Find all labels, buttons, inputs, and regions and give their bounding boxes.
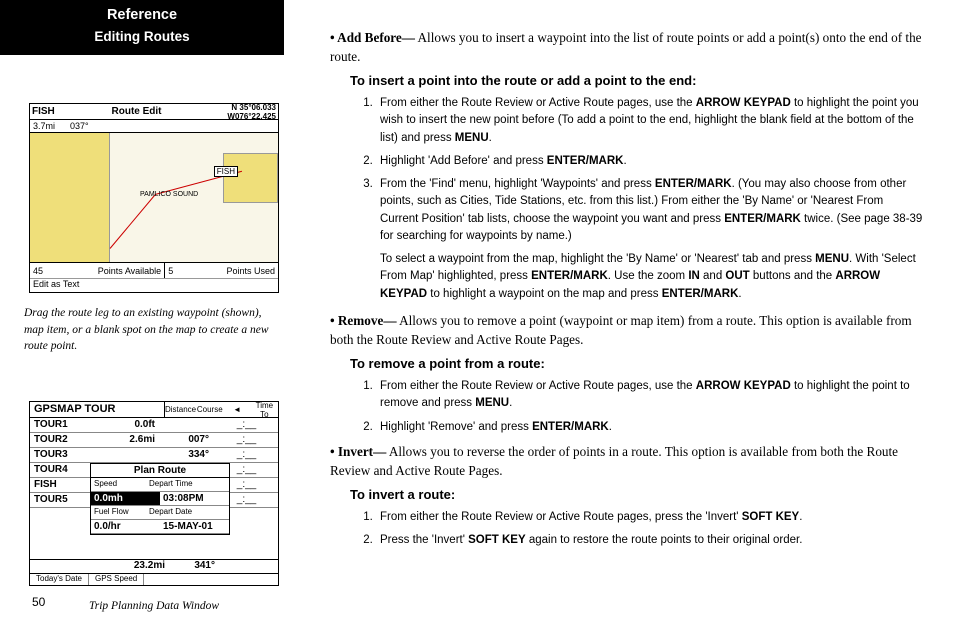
fig2-title: GPSMAP TOUR <box>30 402 165 417</box>
fig2-plan-route-popup: Plan Route SpeedDepart Time 0.0mh03:08PM… <box>90 463 230 535</box>
fig1-title: Route Edit <box>65 106 208 117</box>
heading-remove-point: To remove a point from a route: <box>350 355 924 374</box>
table-row: TOUR22.6mi007°_:__ <box>30 433 278 448</box>
steps-insert-point: From either the Route Review or Active R… <box>376 95 924 245</box>
main-content: • Add Before— Allows you to insert a way… <box>300 0 954 621</box>
fig1-map: FISH PAMLICO SOUND 45Points Available 5P… <box>30 133 278 278</box>
figure1-caption: Drag the route leg to an existing waypoi… <box>22 305 286 355</box>
steps-invert-route: From either the Route Review or Active R… <box>376 509 924 550</box>
heading-insert-point: To insert a point into the route or add … <box>350 72 924 91</box>
figure-trip-planning: GPSMAP TOUR Distance Course ◄ Time To TO… <box>29 401 279 586</box>
steps-remove-point: From either the Route Review or Active R… <box>376 378 924 436</box>
fig1-coords: N 35°06.033 W076°22.425 <box>208 103 278 121</box>
heading-invert-route: To invert a route: <box>350 486 924 505</box>
fig1-bearing: 037° <box>70 121 89 131</box>
fig1-sound-label: PAMLICO SOUND <box>140 191 198 198</box>
table-row: TOUR3334°_:__ <box>30 448 278 463</box>
figure-route-edit: FISH Route Edit N 35°06.033 W076°22.425 … <box>29 103 279 293</box>
header-subtitle: Editing Routes <box>4 29 280 44</box>
figure2-caption: Trip Planning Data Window <box>22 598 286 615</box>
page-number: 50 <box>32 595 45 609</box>
section-header: Reference Editing Routes <box>0 0 284 55</box>
fig1-edit-as-text: Edit as Text <box>30 278 278 290</box>
fig1-waypoint-fish: FISH <box>214 166 238 177</box>
fig1-nav-label: FISH <box>30 106 65 117</box>
table-row: TOUR10.0ft_:__ <box>30 418 278 433</box>
fig1-distance: 3.7mi <box>33 121 55 131</box>
header-title: Reference <box>4 7 280 23</box>
